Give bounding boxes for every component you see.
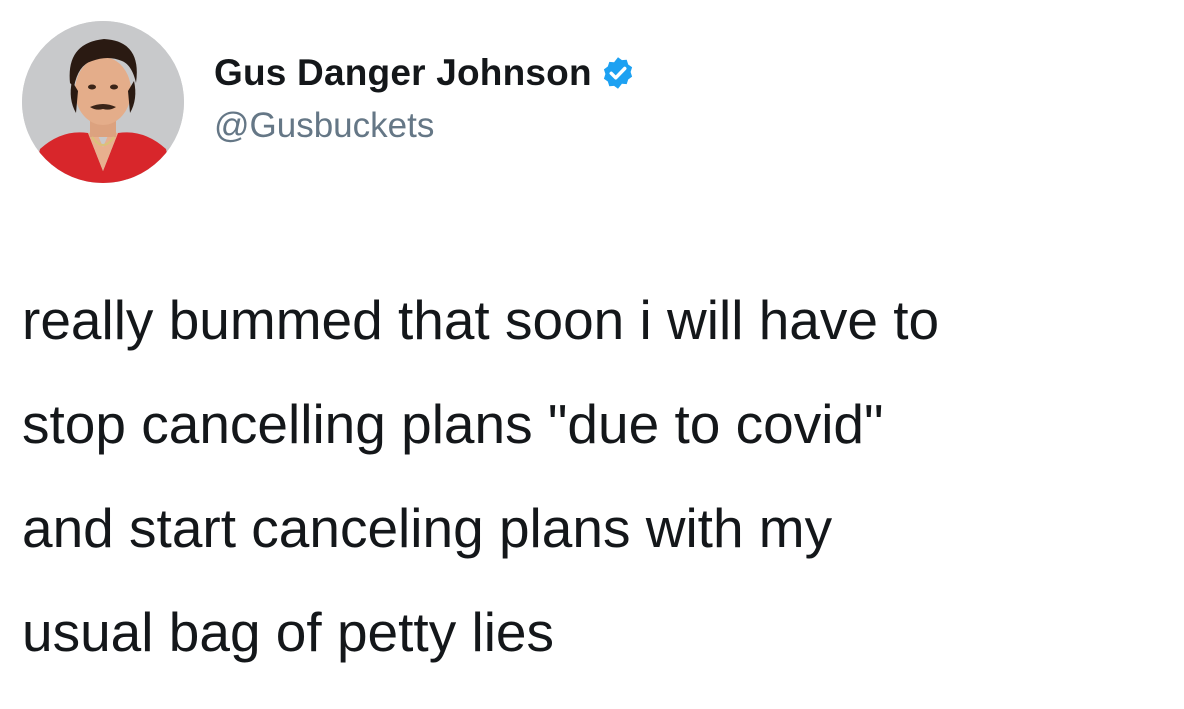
tweet-text-line: usual bag of petty lies (22, 601, 555, 663)
author-handle[interactable]: @Gusbuckets (214, 106, 434, 146)
tweet-text-line: really bummed that soon i will have to (22, 289, 940, 351)
tweet-text: really bummed that soon i will have to s… (22, 268, 1172, 684)
verified-badge-icon (600, 55, 636, 91)
author-name-row: Gus Danger Johnson (214, 50, 636, 96)
tweet-text-line: stop cancelling plans "due to covid" (22, 393, 884, 455)
author-display-name[interactable]: Gus Danger Johnson (214, 52, 592, 94)
tweet-card: Gus Danger Johnson @Gusbuckets really bu… (0, 0, 1184, 709)
avatar-photo (22, 21, 184, 183)
author-avatar[interactable] (22, 21, 184, 183)
tweet-text-line: and start canceling plans with my (22, 497, 833, 559)
